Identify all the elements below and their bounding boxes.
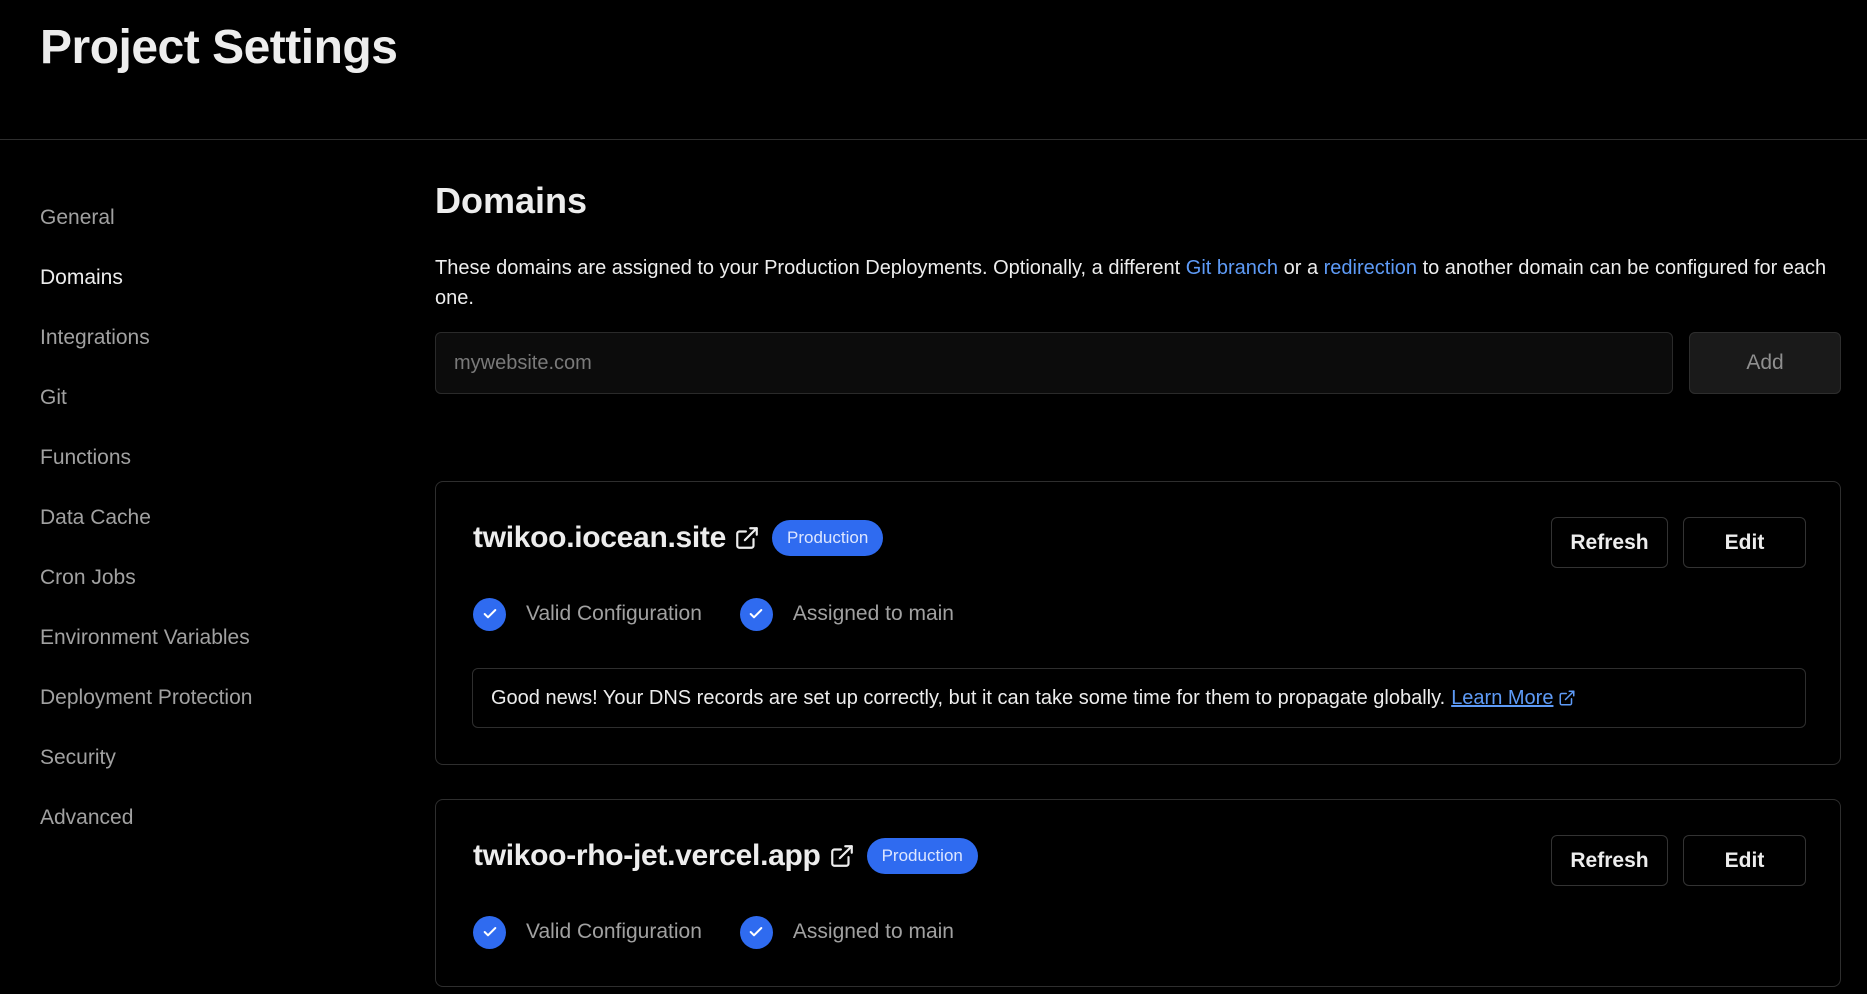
page-title: Project Settings (40, 21, 398, 74)
dns-note-text: Good news! Your DNS records are set up c… (491, 686, 1446, 709)
domain-input[interactable] (435, 332, 1673, 394)
refresh-button[interactable]: Refresh (1551, 517, 1668, 568)
domain-name[interactable]: twikoo-rho-jet.vercel.app (473, 839, 821, 873)
check-circle-icon (473, 597, 506, 631)
status-assigned-branch: Assigned to main (739, 597, 954, 631)
status-valid-configuration: Valid Configuration (473, 915, 702, 949)
description-text: These domains are assigned to your Produ… (435, 257, 1186, 279)
check-circle-icon (739, 597, 773, 631)
sidebar-item-deployment-protection[interactable]: Deployment Protection (40, 680, 380, 740)
domain-name[interactable]: twikoo.iocean.site (473, 521, 726, 555)
sidebar-item-security[interactable]: Security (40, 740, 380, 800)
sidebar-item-domains[interactable]: Domains (40, 260, 380, 320)
external-link-icon[interactable] (829, 843, 855, 869)
status-assigned-branch: Assigned to main (739, 915, 954, 949)
check-circle-icon (739, 915, 773, 949)
domain-header: twikoo-rho-jet.vercel.app Production (473, 836, 978, 876)
edit-button[interactable]: Edit (1683, 517, 1806, 568)
production-badge: Production (866, 838, 978, 874)
domain-card: twikoo.iocean.site Production Refresh Ed… (435, 481, 1841, 765)
add-domain-row: Add (435, 332, 1842, 394)
production-badge: Production (772, 520, 884, 556)
check-circle-icon (473, 915, 506, 949)
sidebar-item-general[interactable]: General (40, 200, 380, 260)
domain-header: twikoo.iocean.site Production (473, 518, 884, 558)
sidebar-item-functions[interactable]: Functions (40, 440, 380, 500)
status-label: Assigned to main (792, 920, 954, 943)
redirection-link[interactable]: redirection (1324, 257, 1417, 279)
sidebar-item-integrations[interactable]: Integrations (40, 320, 380, 380)
dns-status-note: Good news! Your DNS records are set up c… (472, 668, 1806, 728)
sidebar-item-data-cache[interactable]: Data Cache (40, 500, 380, 560)
edit-button[interactable]: Edit (1683, 835, 1806, 886)
description-text: or a (1278, 257, 1324, 279)
settings-sidebar: General Domains Integrations Git Functio… (40, 200, 380, 860)
status-label: Assigned to main (792, 602, 954, 625)
domain-card: twikoo-rho-jet.vercel.app Production Ref… (435, 799, 1841, 987)
learn-more-link[interactable]: Learn More (1451, 687, 1576, 710)
external-link-icon (1559, 690, 1575, 706)
sidebar-item-git[interactable]: Git (40, 380, 380, 440)
sidebar-item-environment-variables[interactable]: Environment Variables (40, 620, 380, 680)
status-row: Valid Configuration Assigned to main (473, 915, 992, 949)
refresh-button[interactable]: Refresh (1551, 835, 1668, 886)
learn-more-label: Learn More (1451, 686, 1554, 709)
external-link-icon[interactable] (734, 525, 760, 551)
page-header: Project Settings (0, 0, 1867, 140)
status-label: Valid Configuration (526, 920, 702, 943)
status-row: Valid Configuration Assigned to main (473, 597, 992, 631)
domains-description: These domains are assigned to your Produ… (435, 253, 1835, 313)
status-label: Valid Configuration (526, 602, 702, 625)
add-domain-button[interactable]: Add (1689, 332, 1841, 394)
status-valid-configuration: Valid Configuration (473, 597, 702, 631)
git-branch-link[interactable]: Git branch (1186, 257, 1278, 279)
domains-section: Domains These domains are assigned to yo… (435, 180, 1842, 394)
section-title: Domains (435, 180, 588, 221)
sidebar-item-advanced[interactable]: Advanced (40, 800, 380, 860)
sidebar-item-cron-jobs[interactable]: Cron Jobs (40, 560, 380, 620)
